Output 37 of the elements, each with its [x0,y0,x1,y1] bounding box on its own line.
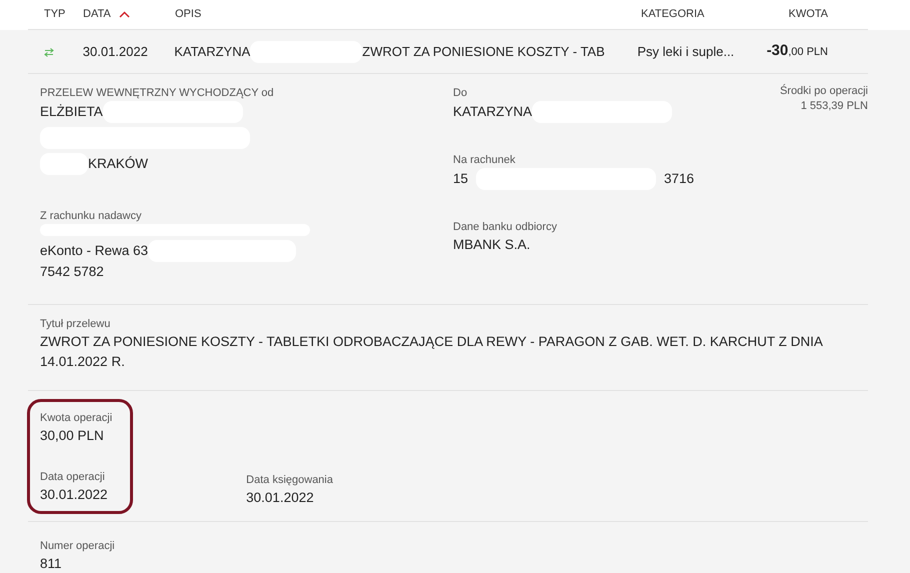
field-label: Tytuł przelewu [40,317,112,332]
amount-cell: -30,00 PLN [766,43,828,58]
field-label: Do [453,86,468,101]
column-header[interactable]: TYP [44,6,66,23]
table-cell: 30.01.2022 [82,44,148,59]
balance-value: 1 553,39 PLN [800,99,868,114]
column-header[interactable]: DATA [83,6,111,23]
field-label: PRZELEW WEWNĘTRZNY WYCHODZĄCY od [40,86,275,101]
field-value: 30.01.2022 [40,486,109,504]
field-value: ELŻBIETA [40,103,103,121]
field-value: eKonto - Rewa 63 [40,242,148,260]
column-header[interactable]: OPIS [175,6,202,23]
field-value: 7542 5782 [40,263,105,281]
field-label: Z rachunku nadawcy [40,209,142,224]
table-cell: Psy leki i suple... [637,44,734,59]
field-value: KRAKÓW [88,155,148,173]
field-label: Kwota operacji [40,411,112,426]
field-value: MBANK S.A. [453,236,532,254]
field-label: Na rachunek [453,153,516,168]
field-label: Data operacji [40,470,106,485]
field-value: ZWROT ZA PONIESIONE KOSZTY - TABLETKI ODROBACZAJĄCE DLA REWY - PARAGON Z GAB. WET. D. KARCHUT Z DNIA 14.01.2022 R. [40,333,824,371]
field-value: 30,00 PLN [40,427,105,445]
field-label: Numer operacji [40,539,116,554]
field-label: Dane banku odbiorcy [453,220,558,235]
field-value: 15 [453,170,468,188]
table-cell-text: ZWROT ZA PONIESIONE KOSZTY - TAB [362,42,605,61]
field-value: KATARZYNA [453,103,532,121]
field-label: Środki po operacji [780,84,868,99]
column-header[interactable]: KWOTA [788,6,828,23]
sort-caret-icon[interactable] [118,11,130,18]
field-value: 811 [40,555,63,573]
table-cell-text: KATARZYNA [174,42,250,61]
field-value: 30.01.2022 [246,489,315,507]
field-value: 3716 [664,170,694,188]
transfer-arrows-icon [44,48,54,57]
field-label: Data księgowania [246,473,333,488]
column-header[interactable]: KATEGORIA [641,6,704,23]
